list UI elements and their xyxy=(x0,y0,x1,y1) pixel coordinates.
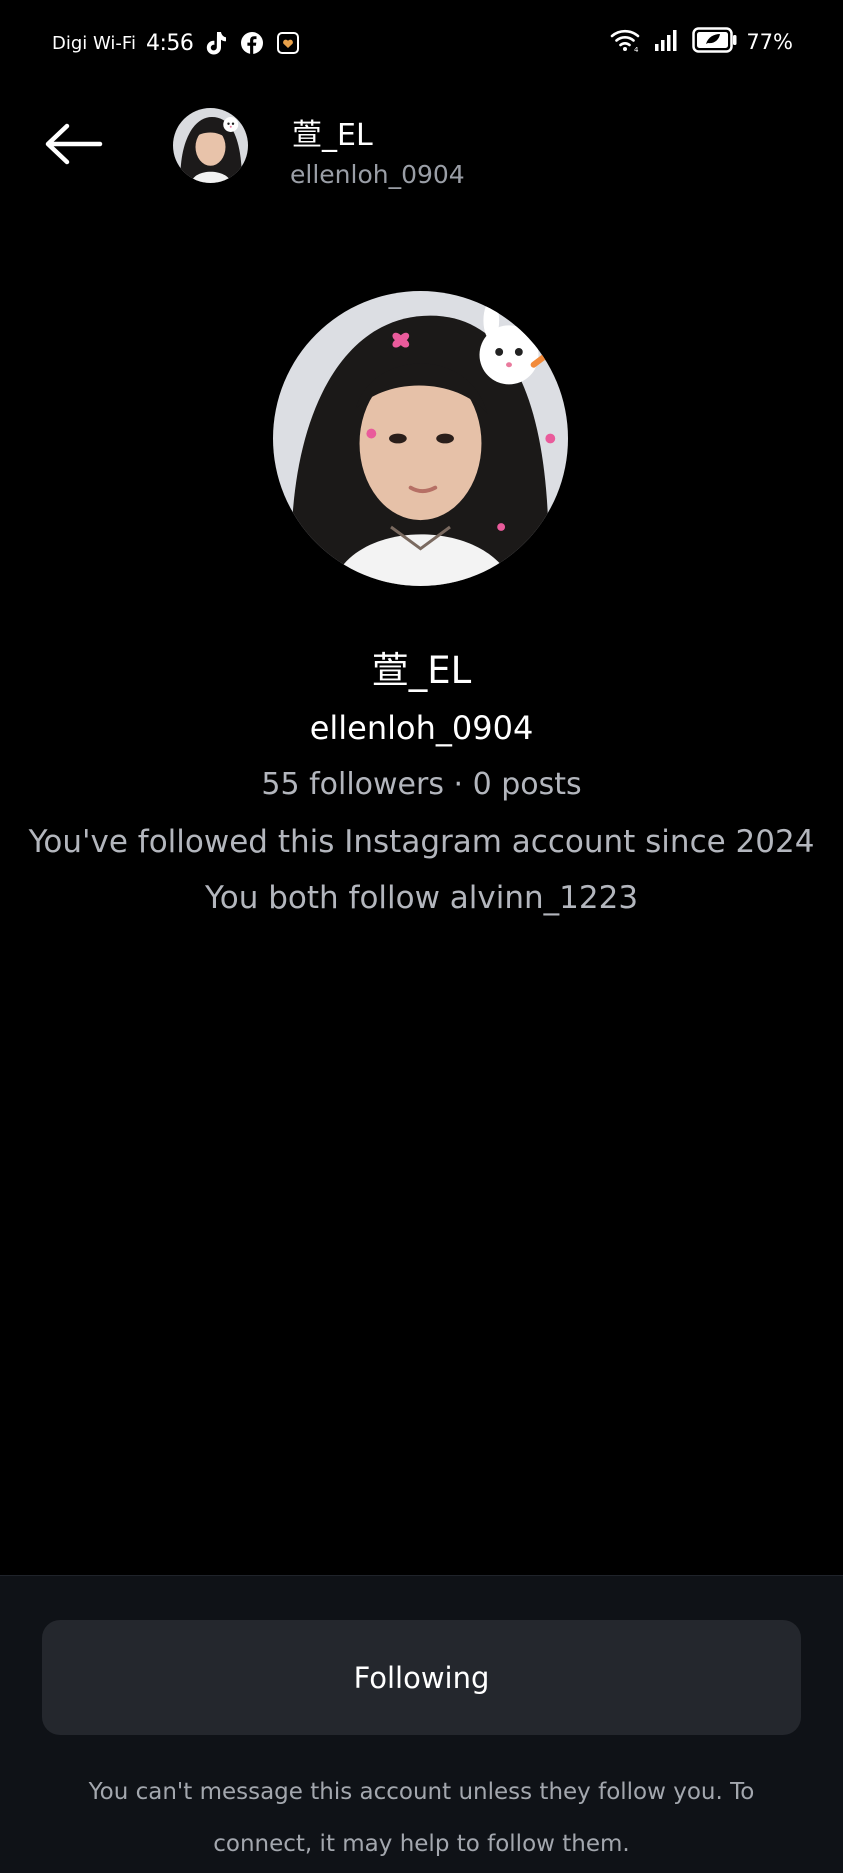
carrier-label: Digi Wi-Fi xyxy=(52,32,136,54)
wifi-icon: 4 xyxy=(610,27,642,57)
battery-icon xyxy=(692,27,738,57)
app-notification-icon xyxy=(275,30,301,56)
status-right: 4 77% xyxy=(610,26,793,58)
bottom-action-panel: Following You can't message this account… xyxy=(0,1575,843,1873)
status-bar: Digi Wi-Fi 4:56 4 77% xyxy=(0,0,843,84)
facebook-icon xyxy=(239,30,265,56)
follow-since-text: You've followed this Instagram account s… xyxy=(28,824,815,860)
svg-text:4: 4 xyxy=(634,46,639,53)
screen: Digi Wi-Fi 4:56 4 77% 萱_EL ellenloh_0904… xyxy=(0,0,843,1873)
message-restriction-notice: You can't message this account unless th… xyxy=(88,1779,755,1857)
profile-username: ellenloh_0904 xyxy=(309,709,534,747)
clock: 4:56 xyxy=(145,30,194,56)
following-button[interactable]: Following xyxy=(42,1620,801,1735)
profile-display-name: 萱_EL xyxy=(371,649,472,692)
status-left: Digi Wi-Fi 4:56 xyxy=(52,28,301,58)
chat-header: 萱_EL ellenloh_0904 xyxy=(0,96,843,206)
header-display-name: 萱_EL xyxy=(292,118,373,153)
profile-stats: 55 followers · 0 posts xyxy=(261,767,582,802)
back-button[interactable] xyxy=(40,118,106,174)
tiktok-icon xyxy=(203,30,229,56)
arrow-left-icon xyxy=(43,122,103,170)
battery-percentage: 77% xyxy=(746,30,793,54)
header-avatar[interactable] xyxy=(173,108,248,183)
header-username: ellenloh_0904 xyxy=(290,160,465,189)
profile-avatar[interactable] xyxy=(273,291,568,586)
signal-icon xyxy=(654,28,680,56)
mutual-follow-text: You both follow alvinn_1223 xyxy=(204,880,639,916)
